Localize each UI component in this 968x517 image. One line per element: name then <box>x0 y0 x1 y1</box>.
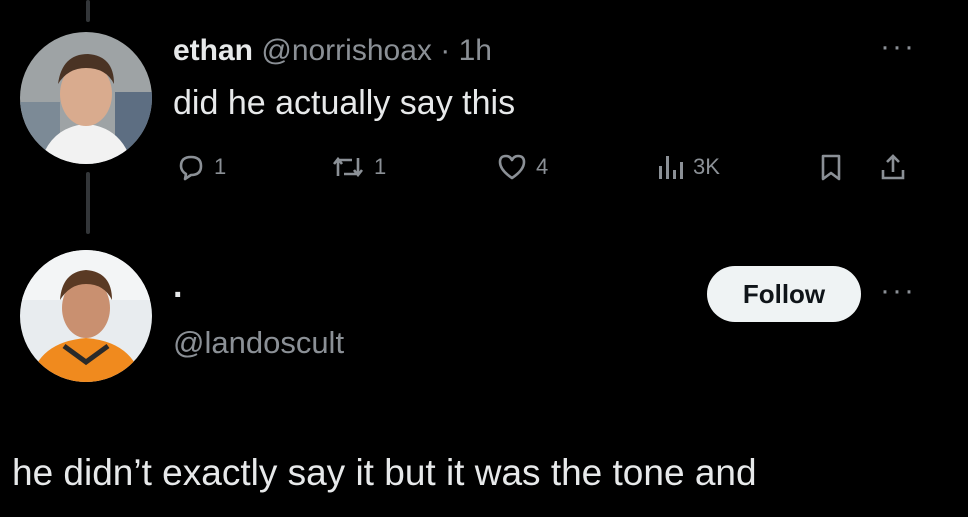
thread-line-bottom <box>86 172 90 234</box>
display-name[interactable]: ethan <box>173 34 253 67</box>
reply-text: he didn’t exactly say it but it was the … <box>12 452 757 493</box>
like-button[interactable]: 4 <box>496 150 548 184</box>
like-count: 4 <box>536 154 549 179</box>
reply-count: 1 <box>214 154 227 179</box>
reply-icon <box>176 152 206 182</box>
views-count: 3K <box>693 154 720 179</box>
bookmark-button[interactable] <box>818 150 844 184</box>
more-options-icon[interactable]: ··· <box>880 32 916 62</box>
bookmark-icon <box>818 152 844 182</box>
share-icon <box>878 152 908 182</box>
profile-display-name[interactable]: · <box>173 276 184 315</box>
tweet-text: did he actually say this <box>173 84 516 122</box>
profile-avatar[interactable] <box>20 250 152 382</box>
retweet-button[interactable]: 1 <box>330 150 386 184</box>
avatar[interactable] <box>20 32 152 164</box>
profile-handle[interactable]: @landoscult <box>173 325 344 361</box>
views-icon <box>655 152 685 182</box>
retweet-icon <box>330 152 366 182</box>
meta-separator: · <box>431 34 459 67</box>
views-button[interactable]: 3K <box>655 150 720 184</box>
retweet-count: 1 <box>374 154 387 179</box>
reply-button[interactable]: 1 <box>176 150 226 184</box>
user-handle[interactable]: @norrishoax <box>261 34 432 67</box>
share-button[interactable] <box>878 150 908 184</box>
tweet-header: ethan @norrishoax · 1h <box>173 34 492 68</box>
like-icon <box>496 152 528 182</box>
thread-line-top <box>86 0 90 22</box>
timestamp[interactable]: 1h <box>459 34 492 67</box>
follow-button[interactable]: Follow <box>707 266 861 322</box>
profile-more-options-icon[interactable]: ··· <box>880 276 916 306</box>
